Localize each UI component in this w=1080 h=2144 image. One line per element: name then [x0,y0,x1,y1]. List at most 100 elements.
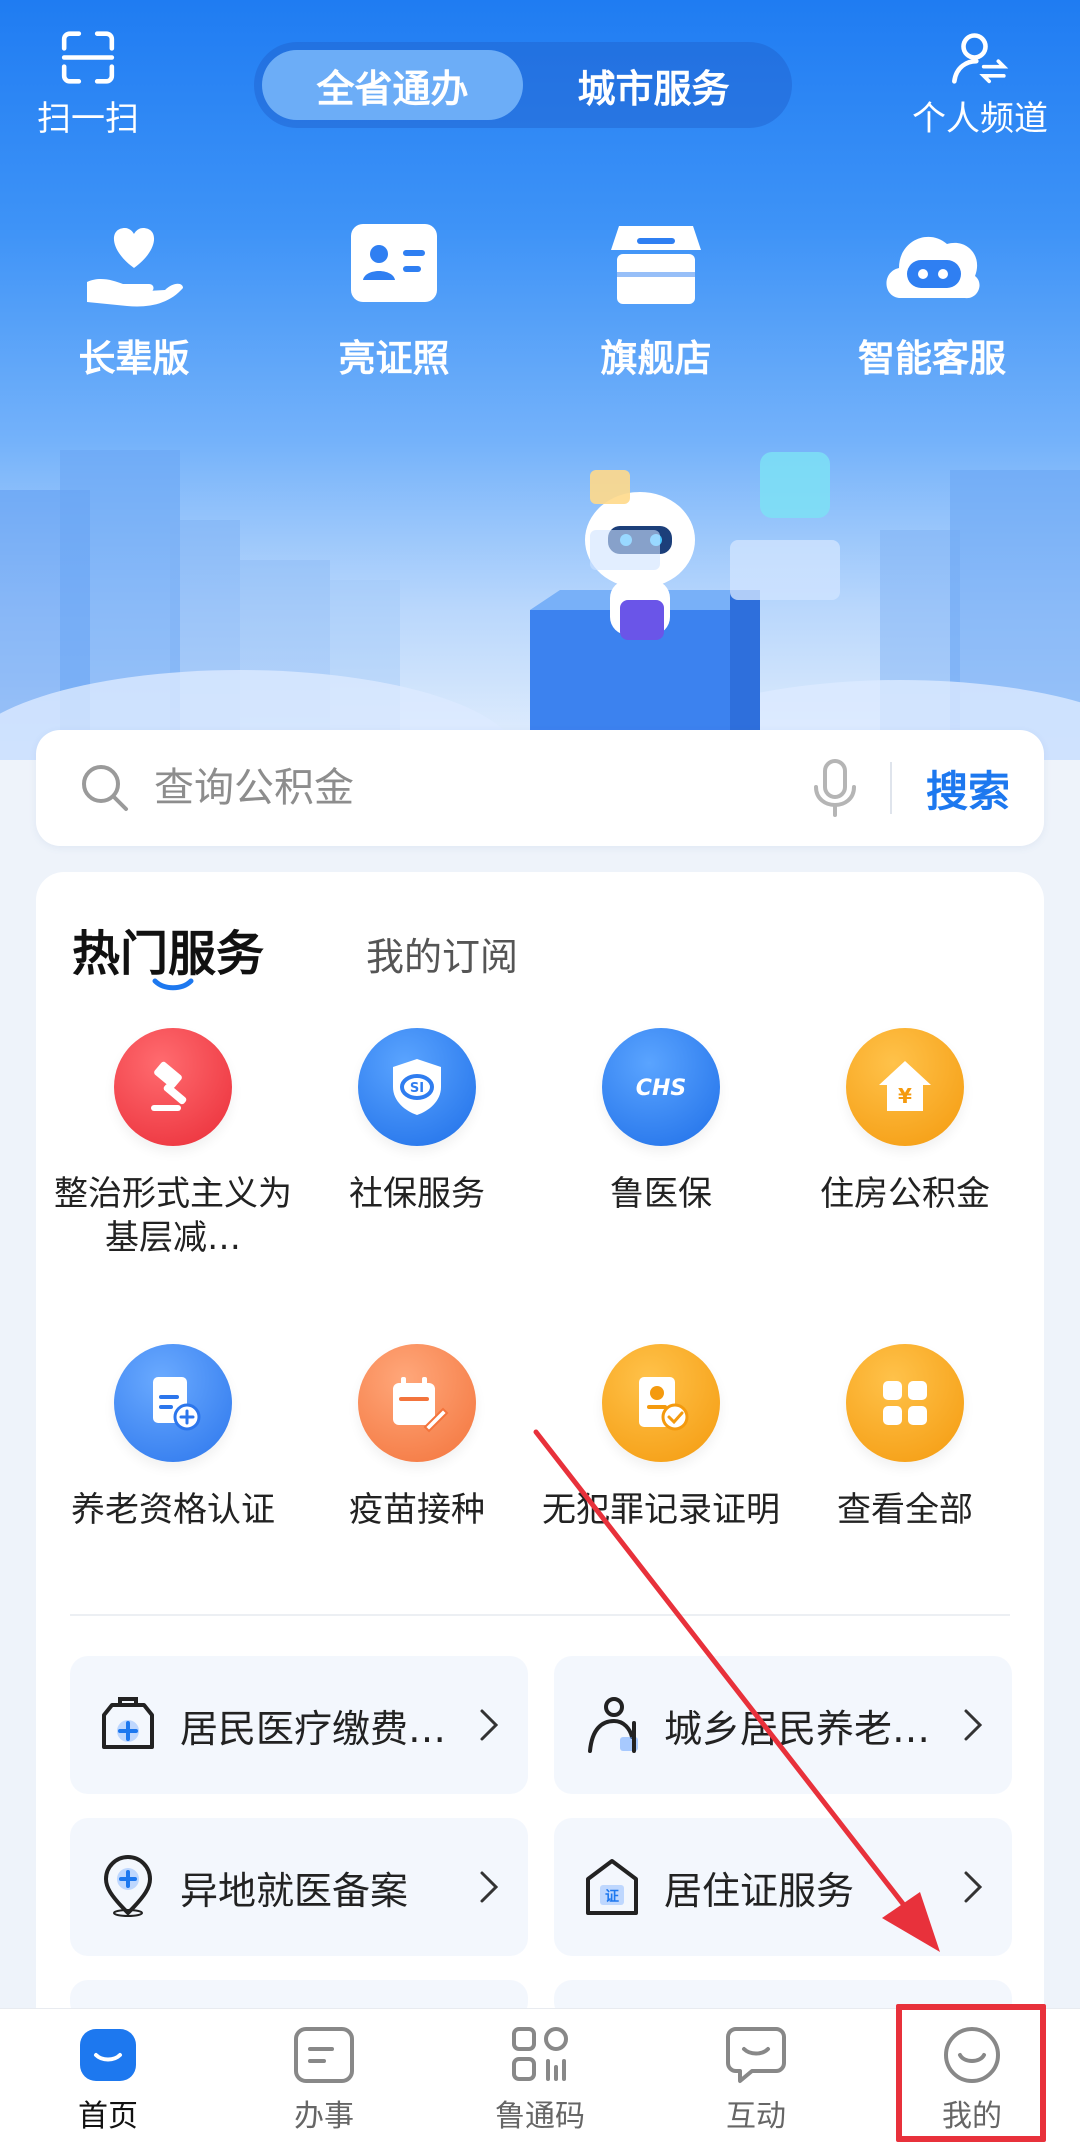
services-icon [294,2027,354,2083]
home-icon [80,2029,136,2081]
service-pension-certification[interactable]: 养老资格认证 [48,1344,298,1532]
service-label: 整治形式主义为基层减… [54,1174,292,1258]
nav-label: 首页 [78,2099,138,2134]
service-label: 鲁医保 [610,1174,712,1214]
social-security-shield-icon: SI [393,1059,441,1115]
quick-link-label: 居住证服务 [664,1868,855,1913]
service-rectify-formalism[interactable]: 整治形式主义为基层减… [48,1028,298,1260]
service-icon-bg: CHS [602,1028,720,1146]
quick-link-offsite-medical-filing[interactable]: 异地就医备案 [70,1818,528,1956]
hero-header: 扫一扫 全省通办 城市服务 个人频道 长辈版 亮证照 旗舰店 智能客服 [0,0,1080,760]
search-input[interactable] [154,753,810,823]
svg-text:¥: ¥ [898,1084,912,1108]
id-card-icon [351,224,437,302]
service-label: 无犯罪记录证明 [542,1490,780,1530]
service-label: 住房公积金 [820,1174,990,1214]
quick-link-label: 居民医疗缴费… [180,1706,447,1751]
service-social-security[interactable]: SI 社保服务 [292,1028,542,1216]
quick-link-label: 异地就医备案 [180,1868,409,1913]
nav-label: 鲁通码 [495,2099,585,2134]
quick-link-label: 城乡居民养老… [664,1706,931,1751]
search-icon [82,765,128,811]
tab-hot-services[interactable]: 热门服务 [72,914,264,984]
service-icon-bg: ¥ [846,1028,964,1146]
qr-code-icon [512,2027,568,2081]
quick-label: 旗舰店 [600,337,712,380]
personal-label: 个人频道 [912,99,1048,139]
quick-link-medical-payment[interactable]: 居民医疗缴费… [70,1656,528,1794]
quick-label: 长辈版 [78,337,190,380]
gavel-icon [151,1061,187,1111]
quick-show-license[interactable]: 亮证照 [284,220,504,390]
elderly-person-icon [588,1697,638,1753]
nav-interaction[interactable]: 互动 [656,2009,856,2144]
heart-hand-icon [87,228,183,307]
nav-home[interactable]: 首页 [8,2009,208,2144]
calendar-vaccine-icon [393,1377,449,1433]
quick-elder-version[interactable]: 长辈版 [24,220,244,390]
service-label: 查看全部 [837,1490,973,1530]
scan-button[interactable]: 扫一扫 [8,30,168,140]
service-icon-bg [846,1344,964,1462]
location-plus-icon [103,1855,153,1917]
services-panel: 热门服务 我的订阅 整治形式主义为基层减… SI 社保服务 CHS 鲁医保 ¥ … [36,872,1044,2144]
service-icon-bg [602,1344,720,1462]
nav-mine[interactable]: 我的 [872,2009,1072,2144]
document-plus-icon [153,1377,201,1431]
tab-my-subscriptions[interactable]: 我的订阅 [366,926,518,981]
robot-cloud-icon [886,236,980,299]
scan-label: 扫一扫 [37,99,139,139]
service-lu-medical-insurance[interactable]: CHS 鲁医保 [536,1028,786,1216]
search-bar: 搜索 [36,730,1044,846]
service-label: 社保服务 [349,1174,485,1214]
service-label: 疫苗接种 [349,1490,485,1530]
service-housing-fund[interactable]: ¥ 住房公积金 [780,1028,1030,1216]
tab-active-indicator [152,978,194,991]
service-icon-bg [114,1344,232,1462]
service-vaccination[interactable]: 疫苗接种 [292,1344,542,1532]
search-button[interactable]: 搜索 [926,758,1010,819]
tab-province[interactable]: 全省通办 [262,50,523,120]
medical-bag-icon [102,1697,154,1749]
quick-smart-service[interactable]: 智能客服 [822,220,1042,390]
tab-city-services[interactable]: 城市服务 [523,50,784,120]
house-yuan-icon: ¥ [879,1061,931,1111]
quick-actions: 长辈版 亮证照 旗舰店 智能客服 [0,220,1080,390]
smile-icon [944,2027,1000,2083]
service-view-all[interactable]: 查看全部 [780,1344,1030,1532]
personal-channel-button[interactable]: 个人频道 [900,30,1060,140]
quick-label: 亮证照 [338,337,450,380]
service-label: 养老资格认证 [71,1490,275,1530]
svg-text:SI: SI [410,1081,424,1096]
nav-label: 互动 [726,2099,786,2134]
service-no-criminal-record[interactable]: 无犯罪记录证明 [536,1344,786,1532]
scan-icon [61,31,115,84]
residence-permit-icon: 证 [586,1859,638,1915]
microphone-icon[interactable] [810,757,860,819]
svg-text:CHS: CHS [636,1076,686,1101]
store-icon [611,226,701,304]
chevron-right-icon [964,1871,983,1903]
quick-label: 智能客服 [858,337,1006,380]
svg-text:证: 证 [605,1889,619,1905]
person-switch-icon [952,33,1009,84]
chevron-right-icon [964,1709,983,1741]
quick-link-residence-permit[interactable]: 证 居住证服务 [554,1818,1012,1956]
nav-lu-code[interactable]: 鲁通码 [440,2009,640,2144]
quick-link-resident-pension[interactable]: 城乡居民养老… [554,1656,1012,1794]
quick-flagship-store[interactable]: 旗舰店 [546,220,766,390]
service-icon-bg [114,1028,232,1146]
search-divider [889,762,892,814]
service-icon-bg: SI [358,1028,476,1146]
city-illustration [0,450,1080,760]
region-switch: 全省通办 城市服务 [254,42,792,128]
section-divider [70,1614,1010,1616]
service-icon-bg [358,1344,476,1462]
nav-label: 办事 [294,2099,354,2134]
chevron-right-icon [480,1871,499,1903]
nav-services[interactable]: 办事 [224,2009,424,2144]
nav-label: 我的 [942,2099,1002,2134]
chs-icon: CHS [636,1076,686,1101]
bottom-navigation: 首页 办事 鲁通码 互动 我的 [0,2008,1080,2144]
grid-icon [883,1381,927,1425]
